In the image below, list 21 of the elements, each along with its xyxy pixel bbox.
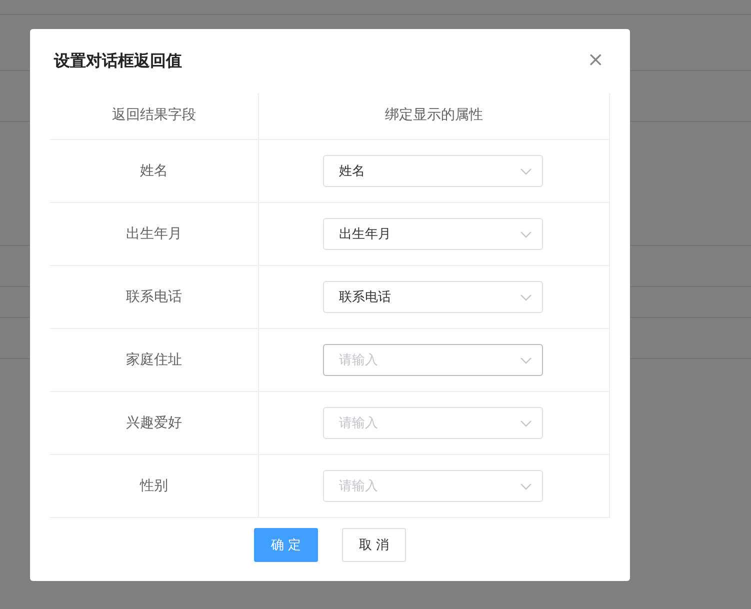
close-button[interactable]: × bbox=[583, 49, 608, 69]
chevron-down-icon bbox=[520, 230, 532, 238]
table-cell: 联系电话 bbox=[126, 288, 182, 306]
select-field[interactable]: 联系电话 bbox=[323, 281, 543, 313]
cancel-button[interactable]: 取 消 bbox=[342, 528, 406, 562]
table-cell: 姓名 bbox=[140, 162, 168, 180]
column-header: 绑定显示的属性 bbox=[385, 106, 483, 124]
confirm-button[interactable]: 确 定 bbox=[254, 528, 318, 562]
table-cell: 出生年月 bbox=[126, 225, 182, 243]
table-cell: 性别 bbox=[140, 477, 168, 495]
select-field[interactable]: 出生年月 bbox=[323, 218, 543, 250]
chevron-down-icon bbox=[520, 356, 532, 364]
chevron-down-icon bbox=[520, 482, 532, 490]
chevron-down-icon bbox=[520, 420, 532, 426]
chevron-down-icon bbox=[520, 294, 532, 300]
chevron-down-icon bbox=[520, 168, 532, 174]
column-header: 返回结果字段 bbox=[112, 106, 196, 124]
table-cell: 家庭住址 bbox=[126, 351, 182, 369]
table-cell: 兴趣爱好 bbox=[126, 414, 182, 432]
select-field[interactable]: 姓名 bbox=[323, 155, 543, 187]
dialog-title: 设置对话框返回值 bbox=[54, 51, 182, 72]
